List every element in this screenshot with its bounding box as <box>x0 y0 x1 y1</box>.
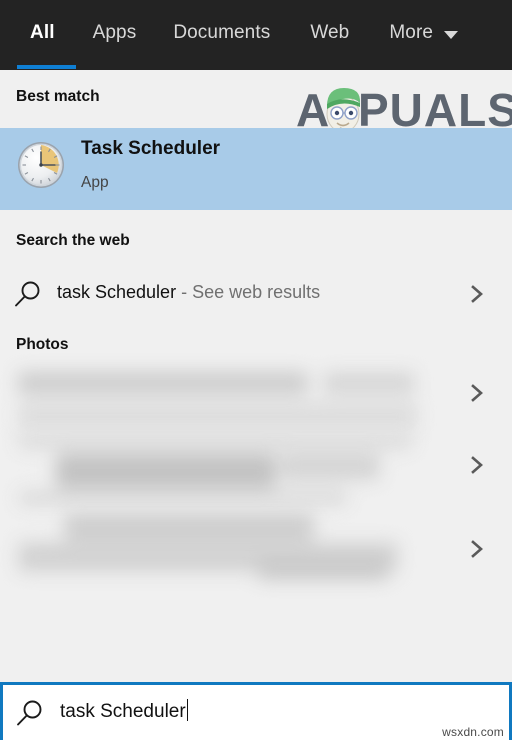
search-input-value[interactable]: task Scheduler <box>60 699 189 723</box>
search-input-text: task Scheduler <box>60 701 186 722</box>
clock-icon <box>18 142 64 188</box>
chevron-right-icon[interactable] <box>466 538 488 560</box>
chevron-right-icon[interactable] <box>466 382 488 404</box>
windows-search-panel: All Apps Documents Web More A PUALS Best… <box>0 0 512 740</box>
tab-web-label: Web <box>310 22 350 43</box>
web-result-query: task Scheduler <box>57 282 177 302</box>
tab-bar: All Apps Documents Web More <box>0 0 512 66</box>
section-label-photos: Photos <box>16 336 69 353</box>
section-label-best-match: Best match <box>16 88 100 105</box>
chevron-down-icon <box>444 31 459 39</box>
web-result-row[interactable]: task Scheduler - See web results <box>0 266 512 322</box>
tab-more-label: More <box>389 22 434 43</box>
web-result-suffix: - See web results <box>176 282 321 302</box>
best-match-title: Task Scheduler <box>81 138 221 159</box>
chevron-right-icon[interactable] <box>466 454 488 476</box>
tab-documents-label: Documents <box>173 22 271 43</box>
blurred-thumbnail <box>8 430 420 506</box>
tab-apps-label: Apps <box>92 22 137 43</box>
best-match-subtitle: App <box>81 174 109 191</box>
photo-result-row[interactable] <box>0 430 512 506</box>
text-cursor <box>186 699 189 721</box>
section-label-search-the-web: Search the web <box>16 232 130 249</box>
search-icon <box>17 700 42 726</box>
tab-more[interactable]: More <box>389 0 459 66</box>
photo-result-row[interactable] <box>0 358 512 434</box>
active-tab-indicator <box>17 65 76 69</box>
tab-documents[interactable]: Documents <box>173 0 270 66</box>
blurred-thumbnail <box>8 508 420 584</box>
tab-apps[interactable]: Apps <box>93 0 137 66</box>
best-match-result-row[interactable]: Task Scheduler App <box>0 128 512 210</box>
search-icon <box>15 281 40 307</box>
tab-web[interactable]: Web <box>310 0 349 66</box>
site-watermark: wsxdn.com <box>442 725 504 739</box>
web-result-text: task Scheduler - See web results <box>57 282 320 303</box>
search-header: All Apps Documents Web More <box>0 0 512 70</box>
search-box[interactable]: task Scheduler wsxdn.com <box>0 682 512 740</box>
tab-all-label: All <box>30 22 55 43</box>
blurred-thumbnail <box>8 358 420 434</box>
chevron-right-icon[interactable] <box>466 283 488 305</box>
tab-all[interactable]: All <box>30 0 55 66</box>
photo-result-row[interactable] <box>0 508 512 584</box>
